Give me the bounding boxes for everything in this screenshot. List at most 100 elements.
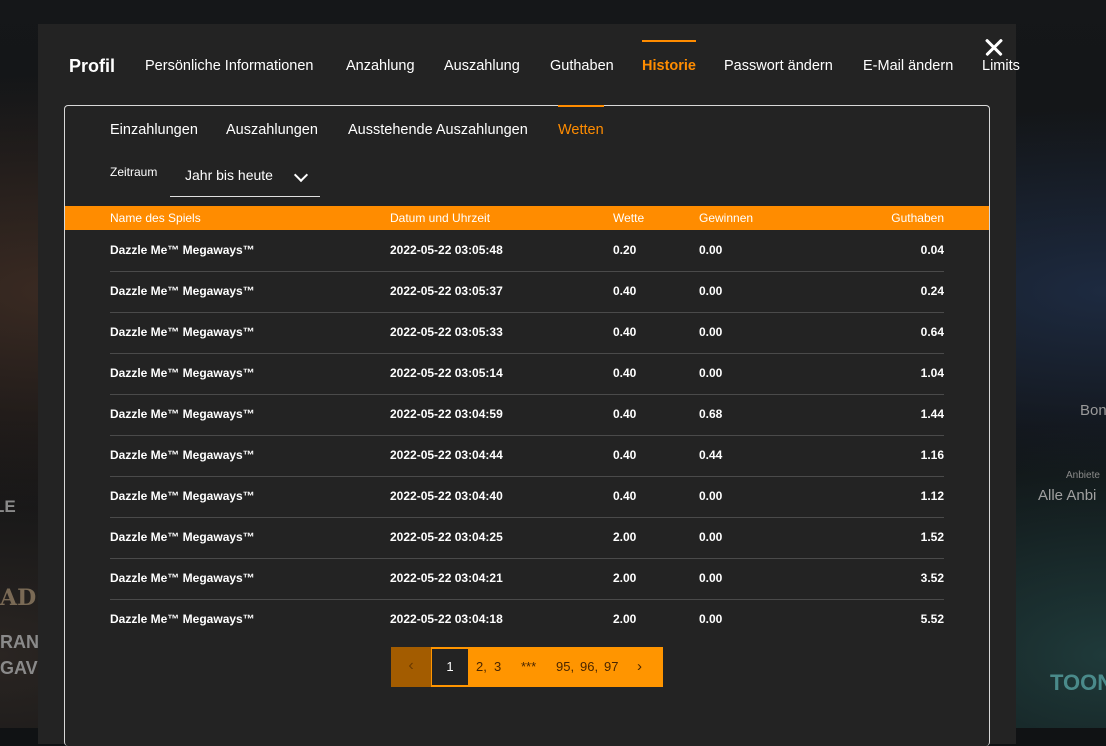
tab-change-password[interactable]: Passwort ändern — [724, 58, 833, 74]
cell-bet: 0.40 — [613, 448, 637, 462]
tab-change-email[interactable]: E-Mail ändern — [863, 58, 953, 74]
cell-game-name: Dazzle Me™ Megaways™ — [110, 489, 255, 503]
cell-datetime: 2022-05-22 03:05:48 — [390, 243, 503, 257]
cell-win: 0.00 — [699, 366, 723, 380]
table-row: Dazzle Me™ Megaways™ 2022-05-22 03:04:25 2… — [110, 517, 944, 559]
background-text: Alle Anbi — [1038, 487, 1097, 504]
subtab-bets[interactable]: Wetten — [558, 105, 604, 138]
tab-personal-info[interactable]: Persönliche Informationen — [145, 58, 313, 74]
pagination-page[interactable]: 96, — [580, 659, 598, 674]
cell-datetime: 2022-05-22 03:04:59 — [390, 407, 503, 421]
cell-bet: 0.40 — [613, 407, 637, 421]
subtab-deposits[interactable]: Einzahlungen — [110, 122, 198, 138]
column-header-balance: Guthaben — [891, 211, 944, 225]
cell-win: 0.00 — [699, 489, 723, 503]
cell-game-name: Dazzle Me™ Megaways™ — [110, 325, 255, 339]
table-row: Dazzle Me™ Megaways™ 2022-05-22 03:04:18 2… — [110, 599, 944, 640]
table-header: Name des Spiels Datum und Uhrzeit Wette … — [65, 206, 989, 230]
background-text: Anbiete — [1066, 470, 1100, 481]
background-text: RAN — [0, 632, 39, 652]
cell-bet: 0.40 — [613, 366, 637, 380]
table-row: Dazzle Me™ Megaways™ 2022-05-22 03:05:37 0… — [110, 271, 944, 313]
background-text: TOONZ — [1050, 670, 1106, 695]
cell-datetime: 2022-05-22 03:04:18 — [390, 612, 503, 626]
pagination-page[interactable]: 95, — [556, 659, 574, 674]
cell-game-name: Dazzle Me™ Megaways™ — [110, 448, 255, 462]
cell-datetime: 2022-05-22 03:04:40 — [390, 489, 503, 503]
cell-datetime: 2022-05-22 03:04:25 — [390, 530, 503, 544]
cell-game-name: Dazzle Me™ Megaways™ — [110, 366, 255, 380]
cell-balance: 1.44 — [920, 407, 944, 421]
pagination-page[interactable]: 3 — [494, 659, 501, 674]
cell-bet: 0.40 — [613, 489, 637, 503]
pagination-ellipsis: *** — [521, 659, 537, 674]
page-title: Profil — [69, 56, 116, 76]
cell-balance: 0.24 — [920, 284, 944, 298]
table-row: Dazzle Me™ Megaways™ 2022-05-22 03:05:14 0… — [110, 353, 944, 395]
cell-win: 0.00 — [699, 530, 723, 544]
cell-game-name: Dazzle Me™ Megaways™ — [110, 530, 255, 544]
cell-win: 0.44 — [699, 448, 723, 462]
table-row: Dazzle Me™ Megaways™ 2022-05-22 03:04:59 0… — [110, 394, 944, 436]
cell-win: 0.00 — [699, 571, 723, 585]
cell-game-name: Dazzle Me™ Megaways™ — [110, 284, 255, 298]
background-text: GAV — [0, 658, 38, 678]
column-header-win: Gewinnen — [699, 211, 754, 225]
cell-bet: 2.00 — [613, 571, 637, 585]
column-header-datetime: Datum und Uhrzeit — [390, 211, 491, 225]
cell-balance: 1.04 — [920, 366, 944, 380]
chevron-down-icon — [293, 167, 309, 183]
cell-win: 0.00 — [699, 284, 723, 298]
cell-win: 0.00 — [699, 612, 723, 626]
pagination: ‹ 1 2, 3 *** 95, 96, 97 › — [391, 647, 663, 687]
tab-history[interactable]: Historie — [642, 40, 696, 74]
tab-withdrawal[interactable]: Auszahlung — [444, 58, 520, 74]
cell-balance: 0.64 — [920, 325, 944, 339]
cell-bet: 2.00 — [613, 612, 637, 626]
cell-datetime: 2022-05-22 03:05:14 — [390, 366, 503, 380]
cell-win: 0.00 — [699, 325, 723, 339]
cell-datetime: 2022-05-22 03:04:44 — [390, 448, 503, 462]
cell-balance: 1.52 — [920, 530, 944, 544]
table-row: Dazzle Me™ Megaways™ 2022-05-22 03:05:48 0… — [110, 230, 944, 272]
cell-win: 0.68 — [699, 407, 723, 421]
column-header-game: Name des Spiels — [110, 211, 201, 225]
table-row: Dazzle Me™ Megaways™ 2022-05-22 03:04:21 2… — [110, 558, 944, 600]
table-row: Dazzle Me™ Megaways™ 2022-05-22 03:04:40 0… — [110, 476, 944, 518]
tab-deposit[interactable]: Anzahlung — [346, 58, 415, 74]
tab-balance[interactable]: Guthaben — [550, 58, 614, 74]
cell-balance: 1.16 — [920, 448, 944, 462]
cell-game-name: Dazzle Me™ Megaways™ — [110, 243, 255, 257]
cell-game-name: Dazzle Me™ Megaways™ — [110, 407, 255, 421]
background-text: AD — [0, 585, 37, 611]
table-row: Dazzle Me™ Megaways™ 2022-05-22 03:04:44 0… — [110, 435, 944, 477]
period-label: Zeitraum — [110, 165, 158, 179]
cell-datetime: 2022-05-22 03:05:33 — [390, 325, 503, 339]
subtab-withdrawals[interactable]: Auszahlungen — [226, 122, 318, 138]
period-select[interactable]: Jahr bis heute — [170, 158, 320, 197]
cell-game-name: Dazzle Me™ Megaways™ — [110, 612, 255, 626]
tab-limits[interactable]: Limits — [982, 58, 1020, 74]
pagination-page[interactable]: 97 — [604, 659, 618, 674]
subtab-pending-withdrawals[interactable]: Ausstehende Auszahlungen — [348, 122, 528, 138]
cell-balance: 0.04 — [920, 243, 944, 257]
background-text: Bon — [1080, 402, 1106, 419]
cell-bet: 0.40 — [613, 325, 637, 339]
pagination-page-current[interactable]: 1 — [431, 648, 469, 686]
cell-win: 0.00 — [699, 243, 723, 257]
column-header-bet: Wette — [613, 211, 645, 225]
pagination-next-button[interactable]: › — [637, 658, 642, 675]
cell-bet: 0.20 — [613, 243, 637, 257]
cell-datetime: 2022-05-22 03:05:37 — [390, 284, 503, 298]
cell-datetime: 2022-05-22 03:04:21 — [390, 571, 503, 585]
cell-balance: 5.52 — [920, 612, 944, 626]
cell-balance: 1.12 — [920, 489, 944, 503]
pagination-page[interactable]: 2, — [476, 659, 487, 674]
table-row: Dazzle Me™ Megaways™ 2022-05-22 03:05:33 0… — [110, 312, 944, 354]
pagination-prev-button[interactable]: ‹ — [391, 647, 431, 687]
close-icon[interactable] — [982, 35, 1006, 59]
background-text: LE — [0, 497, 16, 516]
period-selected-value: Jahr bis heute — [185, 167, 273, 183]
cell-bet: 2.00 — [613, 530, 637, 544]
cell-game-name: Dazzle Me™ Megaways™ — [110, 571, 255, 585]
